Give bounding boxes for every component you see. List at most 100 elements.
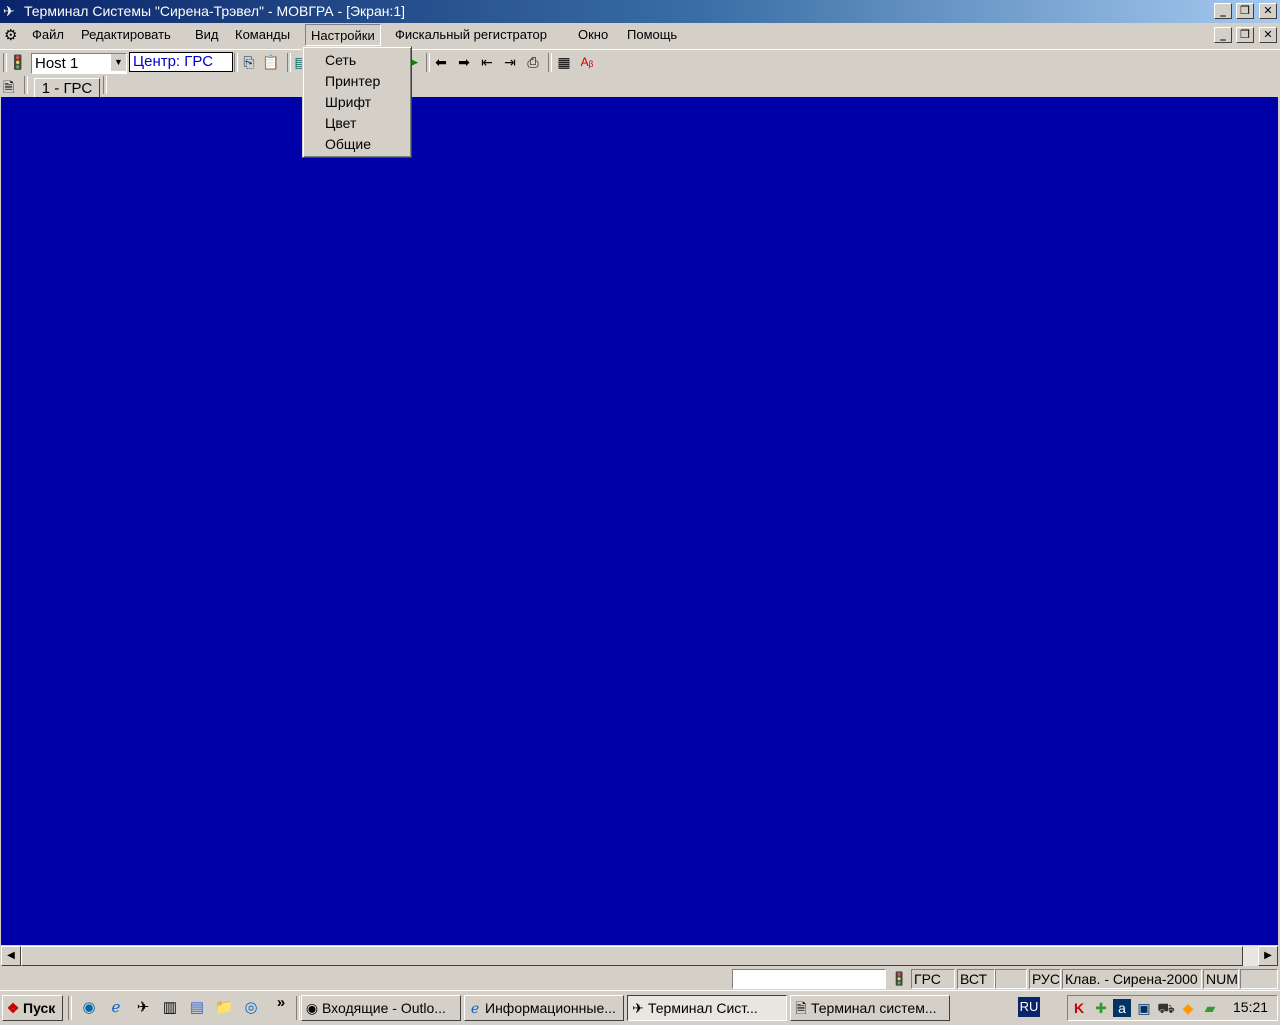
mdi-close-button[interactable]: ✕ xyxy=(1259,27,1277,43)
arrow-right-icon[interactable]: ➡ xyxy=(455,53,473,71)
task-outlook[interactable]: ◉ Входящие - Outlo... xyxy=(301,995,461,1021)
network-icon[interactable]: ✚ xyxy=(1092,999,1110,1017)
outlook-icon[interactable]: ◉ xyxy=(79,998,99,1018)
status-numlock: NUM xyxy=(1203,969,1239,989)
menu-window[interactable]: Окно xyxy=(578,27,608,42)
scroll-right-icon[interactable]: ▶ xyxy=(1258,946,1278,966)
toolbar-separator xyxy=(234,53,238,72)
screen-back-icon[interactable]: ⇤ xyxy=(478,53,496,71)
status-empty xyxy=(995,969,1027,989)
menu-item-printer[interactable]: Принтер xyxy=(325,73,380,89)
title-bar[interactable]: ✈ Терминал Системы "Сирена-Трэвел" - МОВ… xyxy=(0,0,1280,23)
settings-dropdown: Сеть Принтер Шрифт Цвет Общие xyxy=(302,46,412,158)
scroll-left-icon[interactable]: ◀ xyxy=(1,946,21,966)
calendar-icon[interactable]: ▦ xyxy=(555,53,573,71)
status-empty xyxy=(1240,969,1278,989)
menu-edit[interactable]: Редактировать xyxy=(81,27,171,42)
outlook-icon: ◉ xyxy=(305,1000,319,1016)
status-input[interactable] xyxy=(732,969,886,989)
print-icon[interactable]: ⎙ xyxy=(524,53,542,71)
a-app-icon[interactable]: a xyxy=(1113,999,1131,1017)
document-icon: 🗎 xyxy=(795,1000,807,1016)
tab-screen-1[interactable]: 1 - ГРС xyxy=(34,78,100,98)
language-indicator[interactable]: RU xyxy=(1018,997,1040,1017)
folder-icon[interactable]: 📁 xyxy=(214,998,234,1018)
connection-icon[interactable]: ⛟ xyxy=(1157,999,1175,1017)
status-keyboard: Клав. - Сирена-2000 xyxy=(1062,969,1202,989)
start-label: Пуск xyxy=(23,1000,56,1016)
toolbar-separator xyxy=(426,53,430,72)
menu-fiscal-registrar[interactable]: Фискальный регистратор xyxy=(395,27,547,42)
mdi-minimize-button[interactable]: _ xyxy=(1214,27,1232,43)
terminal-app-icon[interactable]: ✈ xyxy=(133,998,153,1018)
start-button[interactable]: ❖ Пуск xyxy=(2,995,63,1021)
screen-forward-icon[interactable]: ⇥ xyxy=(501,53,519,71)
traffic-light-icon: 🚦 xyxy=(891,971,908,986)
toolbar-separator xyxy=(548,53,552,72)
menu-item-network[interactable]: Сеть xyxy=(325,52,356,68)
tab-strip: 🗎 1 - ГРС xyxy=(0,76,1280,98)
paste-icon[interactable]: 📋 xyxy=(262,53,280,71)
toolbar-separator xyxy=(287,53,291,72)
menu-settings[interactable]: Настройки xyxy=(305,24,381,46)
device-icon[interactable]: ▰ xyxy=(1201,999,1219,1017)
toolbar-grip xyxy=(3,53,7,72)
windows-logo-icon: ❖ xyxy=(6,1000,20,1016)
status-bar: 🚦 ГРС ВСТ РУС Клав. - Сирена-2000 NUM xyxy=(0,968,1280,990)
tab-separator xyxy=(103,76,107,94)
clock[interactable]: 15:21 xyxy=(1233,999,1268,1015)
airplane-icon: ✈ xyxy=(3,3,15,19)
menu-item-color[interactable]: Цвет xyxy=(325,115,356,131)
menu-item-general[interactable]: Общие xyxy=(325,136,371,152)
antivirus-icon[interactable]: K xyxy=(1070,999,1088,1017)
center-label[interactable]: Центр: ГРС xyxy=(129,52,233,72)
status-center: ГРС xyxy=(911,969,955,989)
arrow-left-icon[interactable]: ⬅ xyxy=(432,53,450,71)
menu-help[interactable]: Помощь xyxy=(627,27,677,42)
internet-explorer-icon: ℯ xyxy=(470,1000,480,1016)
app-menu-icon[interactable]: ⚙ xyxy=(4,26,17,44)
quicklaunch-more[interactable]: » xyxy=(271,993,291,1013)
toolbar: 🚦 Host 1 ▼ Центр: ГРС ⎘ 📋 ▤ ➤ ⬅ ➡ ⇤ ⇥ ⎙ … xyxy=(0,49,1280,76)
status-insert-mode: ВСТ xyxy=(957,969,995,989)
browser-icon[interactable]: ◎ xyxy=(241,998,261,1018)
menu-bar: ⚙ Файл Редактировать Вид Команды Настрой… xyxy=(0,23,1280,47)
taskbar-separator xyxy=(296,996,300,1020)
task-terminal-doc[interactable]: 🗎 Терминал систем... xyxy=(790,995,950,1021)
horizontal-scrollbar[interactable]: ◀ ▶ xyxy=(1,946,1278,966)
window-title: Терминал Системы "Сирена-Трэвел" - МОВГР… xyxy=(24,3,406,19)
menu-file[interactable]: Файл xyxy=(32,27,64,42)
spellcheck-icon[interactable]: Aᵦ xyxy=(578,53,596,71)
close-button[interactable]: ✕ xyxy=(1259,3,1277,19)
status-language: РУС xyxy=(1029,969,1061,989)
taskbar: ❖ Пуск ◉ ℯ ✈ ▥ ▤ 📁 ◎ » ◉ Входящие - Outlo.… xyxy=(0,990,1280,1025)
task-label: Информационные... xyxy=(485,1000,616,1016)
internet-explorer-icon[interactable]: ℯ xyxy=(106,998,126,1018)
menu-item-font[interactable]: Шрифт xyxy=(325,94,371,110)
taskbar-separator xyxy=(68,996,72,1020)
host-select-value: Host 1 xyxy=(35,55,79,72)
traffic-light-icon[interactable]: 🚦 xyxy=(9,53,27,71)
menu-commands[interactable]: Команды xyxy=(235,27,290,42)
task-label: Входящие - Outlo... xyxy=(322,1000,446,1016)
tab-separator xyxy=(24,76,28,94)
task-label: Терминал Сист... xyxy=(648,1000,758,1016)
task-information[interactable]: ℯ Информационные... xyxy=(464,995,624,1021)
security-icon[interactable]: ◆ xyxy=(1179,999,1197,1017)
mdi-restore-button[interactable]: ❐ xyxy=(1236,27,1254,43)
copy-icon[interactable]: ⎘ xyxy=(240,53,258,71)
drive-icon[interactable]: ▥ xyxy=(160,998,180,1018)
minimize-button[interactable]: _ xyxy=(1214,3,1232,19)
host-select[interactable]: Host 1 ▼ xyxy=(31,53,127,74)
terminal-screen[interactable] xyxy=(1,97,1278,945)
monitor-icon[interactable]: ▣ xyxy=(1135,999,1153,1017)
system-tray: K ✚ a ▣ ⛟ ◆ ▰ 15:21 xyxy=(1067,995,1278,1021)
airplane-icon: ✈ xyxy=(632,1000,644,1016)
chevron-down-icon[interactable]: ▼ xyxy=(110,54,126,71)
task-label: Терминал систем... xyxy=(811,1000,937,1016)
database-icon[interactable]: ▤ xyxy=(187,998,207,1018)
menu-view[interactable]: Вид xyxy=(195,27,219,42)
restore-button[interactable]: ❐ xyxy=(1236,3,1254,19)
scroll-thumb[interactable] xyxy=(21,946,1243,966)
task-terminal-active[interactable]: ✈ Терминал Сист... xyxy=(627,995,787,1021)
